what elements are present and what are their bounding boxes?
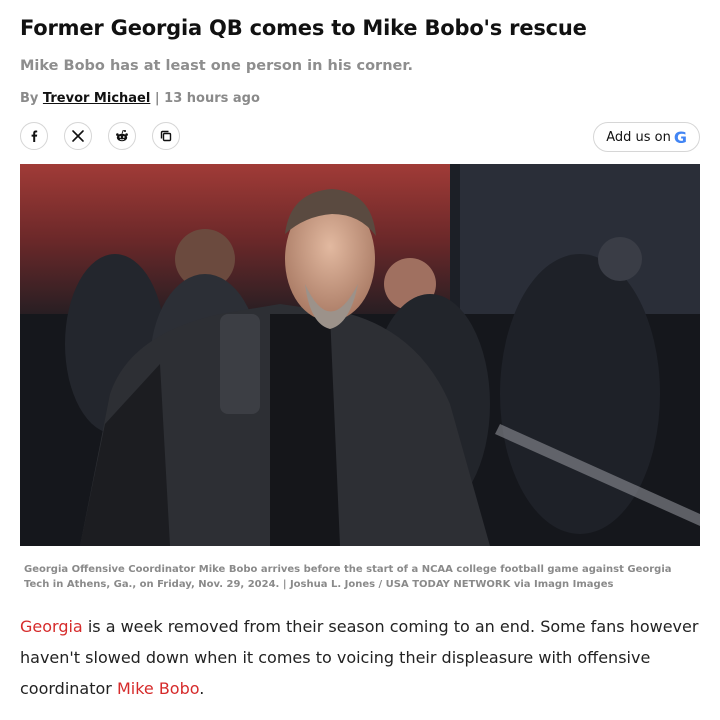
facebook-share-button[interactable] xyxy=(20,122,48,150)
copy-link-button[interactable] xyxy=(152,122,180,150)
author-link[interactable]: Trevor Michael xyxy=(43,91,150,106)
copy-link-icon xyxy=(160,130,172,142)
byline-separator: | xyxy=(154,91,160,106)
photo-caption: Georgia Offensive Coordinator Mike Bobo … xyxy=(24,564,672,590)
google-logo-icon: G xyxy=(673,127,687,147)
headline: Former Georgia QB comes to Mike Bobo's r… xyxy=(20,16,587,40)
article-photo xyxy=(20,164,700,546)
share-bar: Add us on G xyxy=(20,122,700,152)
publish-time: 13 hours ago xyxy=(164,91,260,106)
byline: By Trevor Michael | 13 hours ago xyxy=(20,91,260,106)
body-text-2: . xyxy=(199,679,205,698)
x-share-button[interactable] xyxy=(64,122,92,150)
add-us-label: Add us on xyxy=(606,129,671,145)
photo-illustration xyxy=(20,164,700,546)
subheadline: Mike Bobo has at least one person in his… xyxy=(20,58,413,74)
byline-prefix: By xyxy=(20,91,39,106)
reddit-icon xyxy=(116,130,128,142)
georgia-link[interactable]: Georgia xyxy=(20,617,83,636)
article-body: Georgia is a week removed from their sea… xyxy=(20,611,705,704)
x-icon xyxy=(72,130,84,142)
reddit-share-button[interactable] xyxy=(108,122,136,150)
facebook-icon xyxy=(31,130,38,142)
add-us-on-google-button[interactable]: Add us on G xyxy=(593,122,700,152)
mike-bobo-link[interactable]: Mike Bobo xyxy=(117,679,199,698)
